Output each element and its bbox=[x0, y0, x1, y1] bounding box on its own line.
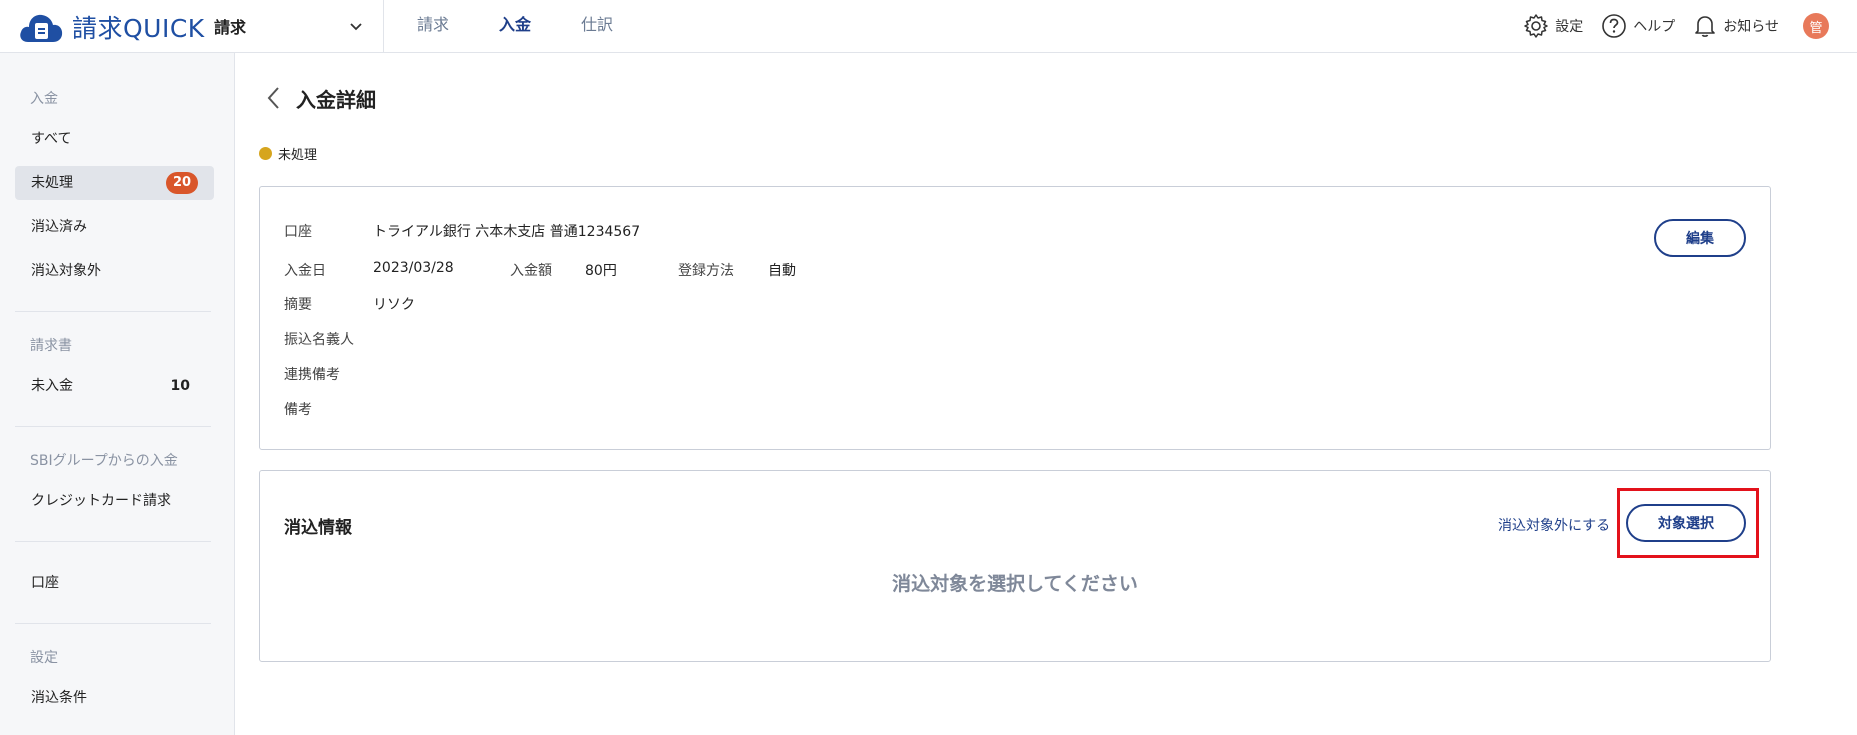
sidebar-item-excluded[interactable]: 消込対象外 bbox=[15, 254, 214, 288]
sidebar-item-label: 口座 bbox=[31, 575, 59, 591]
help-label: ヘルプ bbox=[1633, 19, 1676, 35]
sidebar-item-label: 未入金 bbox=[31, 378, 73, 394]
sidebar: 入金 すべて 未処理 20 消込済み 消込対象外 請求書 未入金 10 SBIグ… bbox=[0, 53, 235, 735]
sidebar-item-all[interactable]: すべて bbox=[15, 122, 214, 156]
sidebar-section-settings: 設定 bbox=[30, 650, 58, 666]
page-title: 入金詳細 bbox=[296, 88, 376, 112]
reconcile-info-card: 消込情報 消込対象外にする 対象選択 消込対象を選択してください bbox=[259, 470, 1771, 662]
summary-value: リソク bbox=[373, 297, 415, 313]
product-selector[interactable]: 請求 bbox=[214, 12, 364, 40]
sidebar-item-label: すべて bbox=[31, 131, 72, 147]
cloud-document-icon bbox=[20, 14, 63, 43]
empty-state-message: 消込対象を選択してください bbox=[892, 573, 1138, 595]
account-label: 口座 bbox=[284, 224, 312, 240]
sidebar-item-label: 消込条件 bbox=[31, 690, 87, 706]
edit-button[interactable]: 編集 bbox=[1654, 219, 1746, 257]
registration-method-value: 自動 bbox=[768, 263, 796, 279]
sidebar-item-reconcile-conditions[interactable]: 消込条件 bbox=[15, 681, 214, 715]
header-actions: 設定 ヘルプ お知らせ 管 bbox=[1523, 10, 1829, 42]
nav-tab-journal[interactable]: 仕訳 bbox=[556, 0, 638, 53]
notifications-label: お知らせ bbox=[1723, 19, 1779, 35]
app-logo[interactable]: 請求QUICK bbox=[18, 10, 205, 44]
help-link[interactable]: ヘルプ bbox=[1601, 13, 1675, 39]
settings-link[interactable]: 設定 bbox=[1523, 13, 1583, 39]
payment-amount-label: 入金額 bbox=[510, 263, 552, 279]
chevron-left-icon bbox=[267, 87, 279, 109]
sidebar-item-credit-card[interactable]: クレジットカード請求 bbox=[15, 484, 214, 518]
settings-label: 設定 bbox=[1555, 19, 1584, 35]
sidebar-item-unpaid[interactable]: 未入金 10 bbox=[15, 369, 214, 403]
nav-tab-invoice[interactable]: 請求 bbox=[392, 0, 474, 53]
status-badge: 未処理 bbox=[259, 144, 317, 163]
status-label: 未処理 bbox=[278, 148, 318, 163]
sidebar-item-accounts[interactable]: 口座 bbox=[15, 566, 214, 600]
payer-name-label: 振込名義人 bbox=[284, 332, 354, 348]
registration-method-label: 登録方法 bbox=[678, 263, 734, 279]
unpaid-count: 10 bbox=[170, 378, 190, 394]
summary-label: 摘要 bbox=[284, 297, 312, 313]
chevron-down-icon bbox=[350, 23, 362, 31]
sidebar-divider bbox=[15, 426, 211, 427]
nav-tab-payment[interactable]: 入金 bbox=[474, 0, 556, 53]
sidebar-item-label: 消込済み bbox=[31, 219, 87, 235]
notifications-link[interactable]: お知らせ bbox=[1693, 13, 1779, 39]
sidebar-divider bbox=[15, 541, 211, 542]
payment-detail-card: 口座 トライアル銀行 六本木支店 普通1234567 入金日 2023/03/2… bbox=[259, 186, 1771, 450]
account-value: トライアル銀行 六本木支店 普通1234567 bbox=[373, 224, 641, 240]
gear-icon bbox=[1524, 14, 1549, 38]
user-avatar[interactable]: 管 bbox=[1803, 13, 1829, 39]
bell-icon bbox=[1695, 16, 1716, 37]
reconcile-title: 消込情報 bbox=[284, 518, 352, 538]
help-icon bbox=[1602, 14, 1627, 38]
sidebar-item-label: クレジットカード請求 bbox=[31, 493, 171, 509]
mark-excluded-link[interactable]: 消込対象外にする bbox=[1498, 515, 1610, 535]
highlight-box bbox=[1617, 488, 1759, 558]
sidebar-item-unprocessed[interactable]: 未処理 20 bbox=[15, 166, 214, 200]
sidebar-section-payment: 入金 bbox=[30, 91, 58, 107]
note-label: 備考 bbox=[284, 402, 312, 418]
product-selector-label: 請求 bbox=[214, 18, 247, 37]
sidebar-item-label: 未処理 bbox=[31, 175, 73, 191]
integration-note-label: 連携備考 bbox=[284, 367, 340, 383]
payment-date-label: 入金日 bbox=[284, 263, 326, 279]
payment-date-value: 2023/03/28 bbox=[373, 260, 454, 276]
sidebar-item-label: 消込対象外 bbox=[31, 263, 101, 279]
app-header: 請求QUICK 請求 請求 入金 仕訳 設定 ヘルプ お知らせ 管 bbox=[0, 0, 1857, 53]
payment-amount-value: 80円 bbox=[585, 263, 617, 279]
sidebar-divider bbox=[15, 623, 211, 624]
top-nav: 請求 入金 仕訳 bbox=[392, 0, 638, 53]
sidebar-item-reconciled[interactable]: 消込済み bbox=[15, 210, 214, 244]
sidebar-section-sbi: SBIグループからの入金 bbox=[30, 453, 178, 469]
status-dot bbox=[259, 147, 272, 160]
sidebar-divider bbox=[15, 311, 211, 312]
unprocessed-count-badge: 20 bbox=[166, 172, 198, 194]
back-button[interactable] bbox=[264, 84, 284, 112]
brand-name: 請求QUICK bbox=[72, 14, 205, 43]
sidebar-section-invoices: 請求書 bbox=[30, 338, 72, 354]
header-divider bbox=[383, 0, 384, 53]
